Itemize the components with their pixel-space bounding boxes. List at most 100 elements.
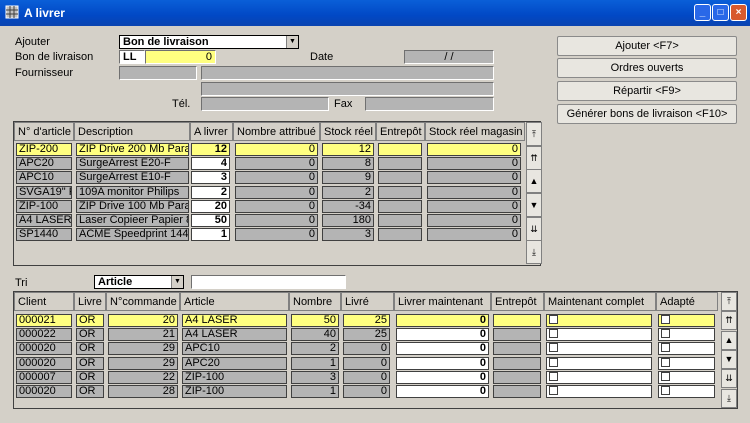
cell-description: SurgeArrest E10-F	[76, 171, 189, 185]
minimize-button[interactable]: _	[694, 4, 711, 21]
articles-scroll-page-down-icon[interactable]: ⇊	[526, 217, 542, 241]
cell-description: ZIP Drive 100 Mb Paral	[76, 199, 189, 213]
adapte-checkbox[interactable]	[661, 329, 670, 339]
column-header-8[interactable]: Maintenant complet	[544, 292, 656, 311]
cell-nombre-attribue: 0	[235, 199, 318, 213]
cell-livrer-maintenant[interactable]: 0	[396, 356, 489, 370]
orders-scroll-first-icon[interactable]: ⤒	[721, 292, 737, 311]
articles-scroll-first-icon[interactable]: ⤒	[526, 122, 542, 146]
adapte-checkbox[interactable]	[661, 357, 670, 367]
fax-field[interactable]	[365, 97, 494, 111]
adapte-checkbox[interactable]	[661, 371, 670, 381]
cell-article: ZIP-100	[16, 199, 72, 213]
maintenant-complet-checkbox[interactable]	[549, 329, 558, 339]
cell-livrer-maintenant[interactable]: 0	[396, 385, 489, 398]
orders-scroll-page-up-icon[interactable]: ⇈	[721, 311, 737, 330]
column-header-3[interactable]: Article	[180, 292, 289, 311]
adapte-checkbox[interactable]	[661, 315, 670, 325]
fournisseur-name-field[interactable]	[201, 66, 494, 80]
cell-entrepot	[493, 370, 541, 384]
column-header-1[interactable]: Description	[74, 122, 190, 141]
maintenant-complet-checkbox[interactable]	[549, 357, 558, 367]
chevron-down-icon[interactable]: ▼	[286, 36, 298, 48]
column-header-0[interactable]: Client	[14, 292, 74, 311]
tri-select[interactable]: Article ▼	[94, 275, 184, 289]
date-field[interactable]: / /	[404, 50, 494, 64]
cell-article: A4 LASER	[182, 314, 287, 327]
cell-livre-qty: 0	[343, 342, 390, 356]
cell-a-livrer[interactable]: 12	[191, 143, 230, 156]
cell-a-livrer[interactable]: 1	[191, 228, 230, 242]
ajouter-select[interactable]: Bon de livraison ▼	[119, 35, 299, 49]
orders-scroll-down-icon[interactable]: ▼	[721, 350, 737, 369]
ordres-ouverts-button[interactable]: Ordres ouverts	[557, 58, 737, 78]
generer-bons-button[interactable]: Générer bons de livraison <F10>	[557, 104, 737, 124]
column-header-2[interactable]: A livrer	[190, 122, 233, 141]
repartir-button[interactable]: Répartir <F9>	[557, 81, 737, 101]
maintenant-complet-checkbox[interactable]	[549, 371, 558, 381]
cell-entrepot	[378, 171, 422, 185]
articles-scroll-up-icon[interactable]: ▲	[526, 169, 542, 193]
cell-livre: OR	[76, 342, 104, 356]
maximize-button[interactable]: □	[712, 4, 729, 21]
maintenant-complet-checkbox[interactable]	[549, 315, 558, 325]
orders-scroll-last-icon[interactable]: ⤓	[721, 389, 737, 408]
maintenant-complet-checkbox[interactable]	[549, 386, 558, 396]
column-header-6[interactable]: Stock réel magasin	[425, 122, 525, 141]
adapte-checkbox[interactable]	[661, 343, 670, 353]
cell-client: 000007	[16, 370, 72, 384]
cell-n-commande: 28	[108, 385, 178, 398]
column-header-0[interactable]: N° d'article	[14, 122, 74, 141]
articles-scroll-page-up-icon[interactable]: ⇈	[526, 146, 542, 170]
cell-livrer-maintenant[interactable]: 0	[396, 342, 489, 356]
chevron-down-icon[interactable]: ▼	[171, 276, 183, 288]
column-header-4[interactable]: Stock réel	[320, 122, 376, 141]
adapte-cell	[658, 328, 715, 342]
articles-scroll-down-icon[interactable]: ▼	[526, 193, 542, 217]
cell-nombre: 1	[291, 385, 339, 398]
orders-scroll-page-down-icon[interactable]: ⇊	[721, 369, 737, 388]
address-field[interactable]	[201, 82, 494, 96]
cell-livrer-maintenant[interactable]: 0	[396, 370, 489, 384]
column-header-3[interactable]: Nombre attribué	[233, 122, 320, 141]
cell-a-livrer[interactable]: 20	[191, 199, 230, 213]
cell-livrer-maintenant[interactable]: 0	[396, 314, 489, 327]
ajouter-f7-button[interactable]: Ajouter <F7>	[557, 36, 737, 56]
cell-nombre-attribue: 0	[235, 228, 318, 242]
column-header-2[interactable]: N°commande	[106, 292, 180, 311]
close-button[interactable]: ×	[730, 4, 747, 21]
articles-scroll-last-icon[interactable]: ⤓	[526, 240, 542, 264]
bon-prefix-field[interactable]: LL	[119, 50, 145, 64]
cell-nombre: 40	[291, 328, 339, 342]
column-header-1[interactable]: Livre	[74, 292, 106, 311]
cell-entrepot	[493, 314, 541, 327]
column-header-5[interactable]: Livré	[341, 292, 394, 311]
cell-description: 109A monitor Philips	[76, 185, 189, 199]
orders-table: Client Livre N°commande Article Nombre Livré L…	[13, 291, 738, 409]
column-header-9[interactable]: Adapté	[656, 292, 718, 311]
cell-nombre-attribue: 0	[235, 143, 318, 156]
tel-field[interactable]	[201, 97, 329, 111]
cell-a-livrer[interactable]: 3	[191, 171, 230, 185]
cell-n-commande: 29	[108, 356, 178, 370]
maintenant-complet-checkbox[interactable]	[549, 343, 558, 353]
adapte-checkbox[interactable]	[661, 386, 670, 396]
tri-label: Tri	[15, 277, 28, 289]
fournisseur-code-field[interactable]	[119, 66, 197, 80]
cell-stock-magasin: 0	[427, 185, 521, 199]
cell-entrepot	[378, 214, 422, 227]
cell-description: ZIP Drive 200 Mb Paral	[76, 143, 189, 156]
column-header-7[interactable]: Entrepôt	[491, 292, 544, 311]
cell-livrer-maintenant[interactable]: 0	[396, 328, 489, 342]
cell-a-livrer[interactable]: 4	[191, 157, 230, 171]
tri-search-input[interactable]	[191, 275, 346, 289]
cell-a-livrer[interactable]: 50	[191, 214, 230, 227]
column-header-6[interactable]: Livrer maintenant	[394, 292, 491, 311]
cell-a-livrer[interactable]: 2	[191, 185, 230, 199]
cell-nombre: 50	[291, 314, 339, 327]
bon-number-field[interactable]: 0	[145, 50, 216, 64]
orders-scroll-up-icon[interactable]: ▲	[721, 331, 737, 350]
cell-description: Laser Copieer Papier 8	[76, 214, 189, 227]
column-header-4[interactable]: Nombre	[289, 292, 341, 311]
column-header-5[interactable]: Entrepôt	[376, 122, 425, 141]
